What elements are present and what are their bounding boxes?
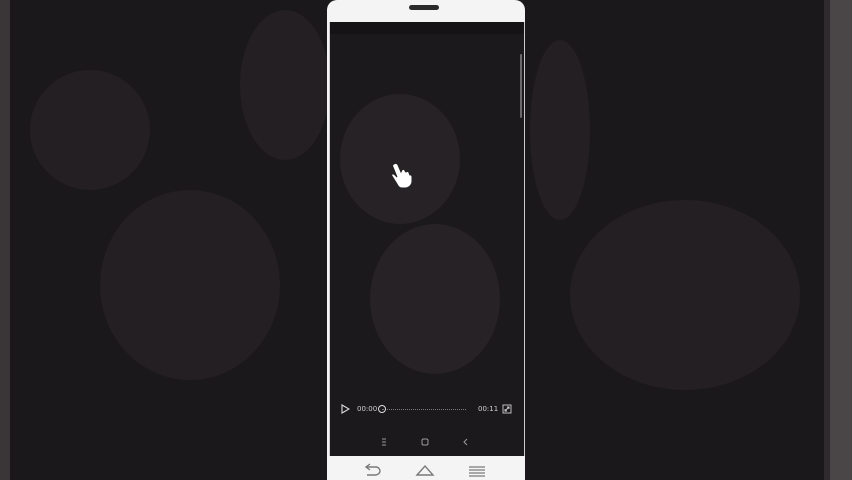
backdrop-blob	[240, 10, 330, 160]
backdrop-right-edge	[830, 0, 852, 480]
video-frame-shape	[370, 224, 500, 374]
home-icon[interactable]	[414, 463, 436, 477]
video-surface[interactable]	[330, 34, 524, 394]
menu-lines-icon[interactable]	[466, 463, 488, 477]
current-time: 00:00	[357, 405, 378, 413]
backdrop-blob	[100, 190, 280, 380]
soft-navigation-bar	[330, 430, 524, 454]
backdrop-blob	[530, 40, 590, 220]
phone-speaker	[409, 5, 439, 10]
home-icon[interactable]	[419, 436, 431, 448]
backdrop-blob	[30, 70, 150, 190]
status-bar	[330, 22, 524, 34]
seek-thumb[interactable]	[378, 405, 386, 413]
backdrop-blob	[570, 200, 800, 390]
back-arrow-icon[interactable]	[361, 463, 383, 477]
back-icon[interactable]	[460, 436, 472, 448]
fullscreen-icon[interactable]	[502, 404, 512, 414]
hardware-navigation-bar	[327, 460, 525, 480]
phone-screen: 00:00 00:11	[329, 22, 525, 456]
video-controls: 00:00 00:11	[330, 398, 524, 420]
seek-bar[interactable]	[382, 409, 466, 410]
video-frame-shape	[340, 94, 460, 224]
phone-frame: 00:00 00:11	[327, 0, 525, 480]
play-icon[interactable]	[340, 404, 350, 414]
menu-icon[interactable]	[378, 436, 390, 448]
duration-time: 00:11	[478, 405, 499, 413]
hand-pointer-icon	[391, 162, 412, 188]
backdrop-left-edge	[0, 0, 10, 480]
